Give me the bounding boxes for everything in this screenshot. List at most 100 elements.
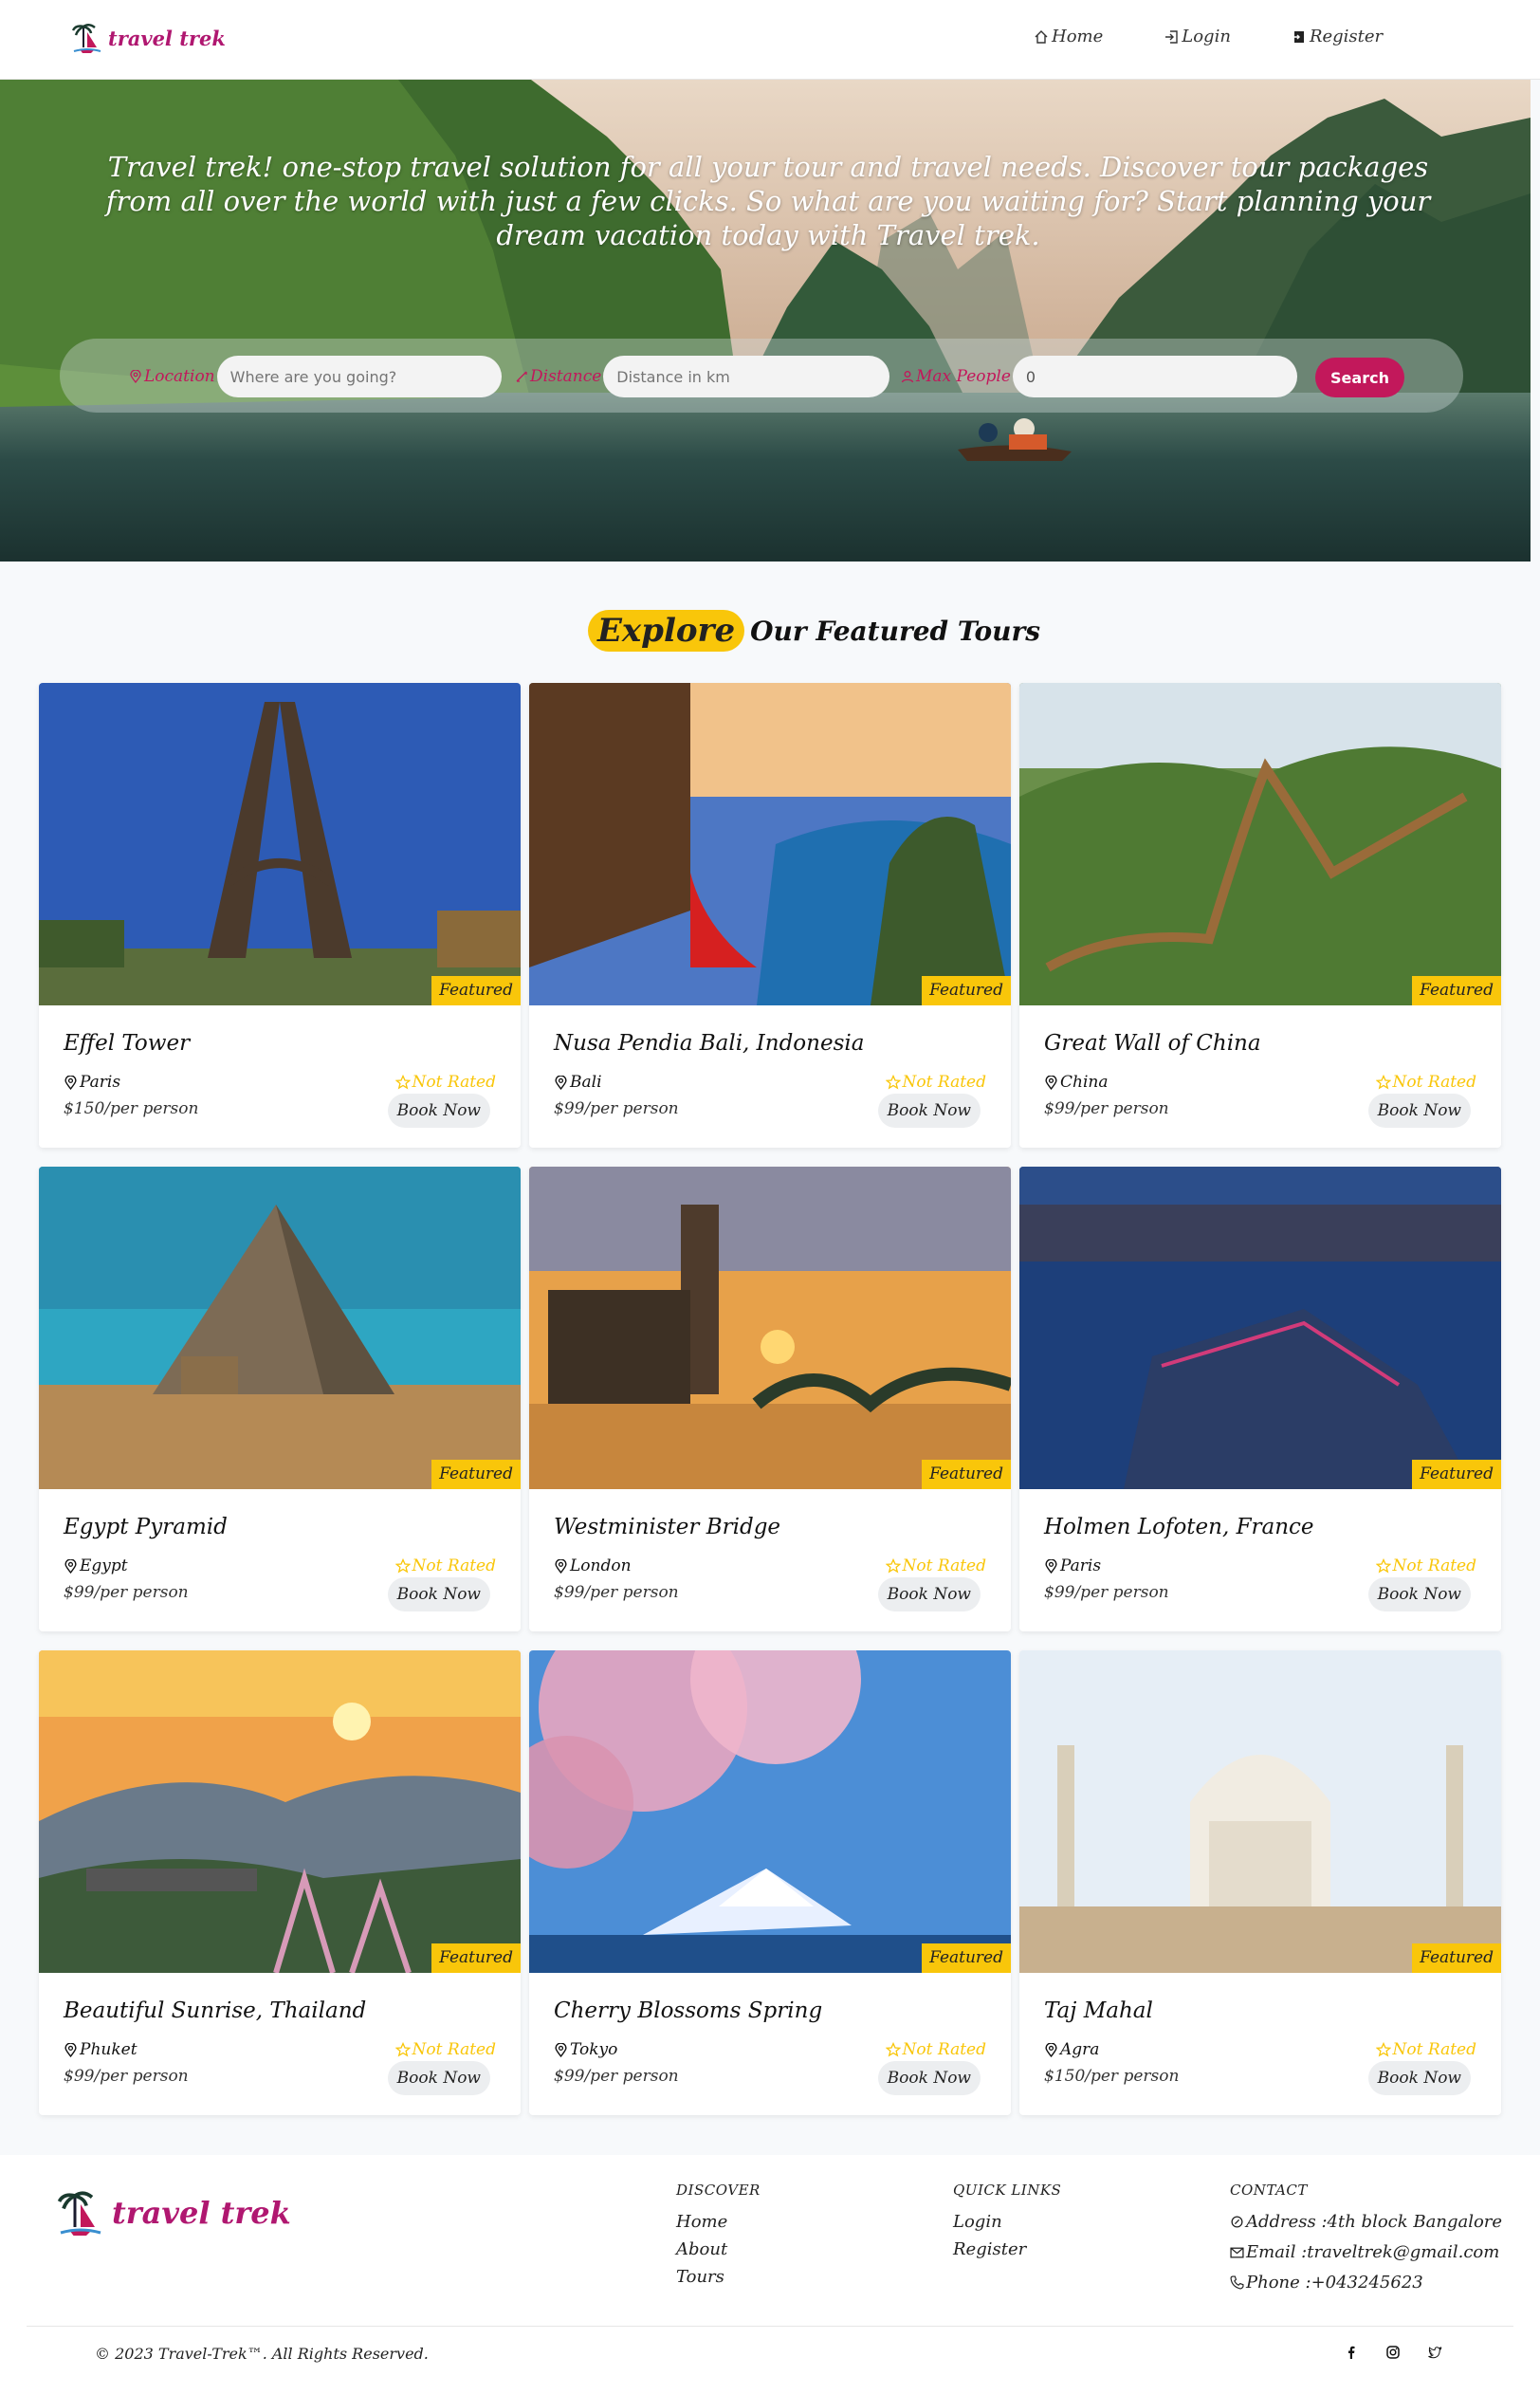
tour-price-unit: /per person <box>1085 2067 1180 2086</box>
copyright: © 2023 Travel-Trek™. All Rights Reserved… <box>95 2345 429 2363</box>
star-icon <box>1375 1558 1391 1574</box>
tour-price: $150/per person <box>1044 2067 1179 2086</box>
book-now-button[interactable]: Book Now <box>877 1094 981 1128</box>
search-button[interactable]: Search <box>1315 358 1404 397</box>
tour-card[interactable]: Featured Taj Mahal Agra Not Rated $150/p… <box>1019 1650 1501 2115</box>
facebook-link[interactable] <box>1344 2345 1359 2360</box>
tour-rating-text: Not Rated <box>1392 1073 1476 1092</box>
tour-price-unit: /per person <box>1074 1583 1169 1602</box>
tour-price: $99/per person <box>64 1583 189 1602</box>
tour-card[interactable]: Featured Effel Tower Paris Not Rated $15… <box>39 683 521 1148</box>
footer-link-home[interactable]: Home <box>676 2212 761 2232</box>
tour-image[interactable]: Featured <box>39 1650 521 1973</box>
max-people-label-text: Max People <box>916 367 1011 386</box>
book-now-button[interactable]: Book Now <box>387 2061 490 2095</box>
tour-card[interactable]: Featured Cherry Blossoms Spring Tokyo No… <box>529 1650 1011 2115</box>
tour-location: Phuket <box>64 2040 138 2059</box>
featured-badge: Featured <box>1412 1943 1501 1973</box>
register-icon <box>1292 30 1304 43</box>
book-now-button[interactable]: Book Now <box>1367 1577 1471 1611</box>
footer-link-login[interactable]: Login <box>953 2212 1061 2232</box>
footer-divider <box>27 2326 1513 2327</box>
tour-card[interactable]: Featured Westminister Bridge London Not … <box>529 1167 1011 1631</box>
twitter-link[interactable] <box>1427 2345 1442 2360</box>
tour-location: China <box>1044 1073 1108 1092</box>
tour-price-unit: /per person <box>584 1583 679 1602</box>
discover-heading: DISCOVER <box>676 2182 761 2199</box>
map-pin-icon <box>1045 1558 1057 1574</box>
nav-login-link[interactable]: Login <box>1164 27 1231 46</box>
tour-image[interactable]: Featured <box>39 1167 521 1489</box>
user-icon <box>901 371 914 383</box>
tour-image[interactable]: Featured <box>1019 1167 1501 1489</box>
tour-price: $99/per person <box>554 1583 679 1602</box>
star-icon <box>394 2042 411 2057</box>
footer-link-about[interactable]: About <box>676 2239 761 2259</box>
brand-logo[interactable]: travel trek <box>70 21 226 55</box>
search-bar: Location Distance Max People Search <box>60 339 1463 413</box>
location-icon <box>1231 2216 1243 2228</box>
nav-login-label: Login <box>1182 27 1231 46</box>
book-now-button[interactable]: Book Now <box>1367 1094 1471 1128</box>
tour-price-value: $99 <box>554 1583 585 1602</box>
contact-email-text: Email :traveltrek@gmail.com <box>1246 2242 1500 2262</box>
book-now-button[interactable]: Book Now <box>877 2061 981 2095</box>
tour-image[interactable]: Featured <box>529 683 1011 1005</box>
footer-brand-logo[interactable]: travel trek <box>55 2187 291 2238</box>
tour-location: Tokyo <box>554 2040 617 2059</box>
tour-price-value: $150 <box>1044 2067 1086 2086</box>
nav-register-link[interactable]: Register <box>1292 27 1383 46</box>
tour-card[interactable]: Featured Egypt Pyramid Egypt Not Rated $… <box>39 1167 521 1631</box>
location-label: Location <box>129 367 215 386</box>
section-title-text: Our Featured Tours <box>750 615 1041 647</box>
star-icon <box>885 1558 901 1574</box>
tour-price-value: $99 <box>1044 1099 1075 1118</box>
tour-price-value: $99 <box>554 1099 585 1118</box>
book-now-button[interactable]: Book Now <box>877 1577 981 1611</box>
tour-image[interactable]: Featured <box>1019 683 1501 1005</box>
footer-link-register[interactable]: Register <box>953 2239 1061 2259</box>
book-now-button[interactable]: Book Now <box>387 1577 490 1611</box>
route-icon <box>516 371 527 382</box>
tour-rating: Not Rated <box>1375 1556 1476 1575</box>
tour-card[interactable]: Featured Nusa Pendia Bali, Indonesia Bal… <box>529 683 1011 1148</box>
tour-card[interactable]: Featured Beautiful Sunrise, Thailand Phu… <box>39 1650 521 2115</box>
featured-badge: Featured <box>431 976 521 1005</box>
nav-home-link[interactable]: Home <box>1034 27 1103 46</box>
map-pin-icon <box>555 2042 567 2057</box>
tour-price-unit: /per person <box>1074 1099 1169 1118</box>
tour-photo <box>39 1167 521 1489</box>
tour-card[interactable]: Featured Holmen Lofoten, France Paris No… <box>1019 1167 1501 1631</box>
book-now-button[interactable]: Book Now <box>1367 2061 1471 2095</box>
footer-discover: DISCOVER Home About Tours <box>676 2182 761 2294</box>
distance-input[interactable] <box>603 356 890 397</box>
map-pin-icon <box>1045 2042 1057 2057</box>
tour-image[interactable]: Featured <box>1019 1650 1501 1973</box>
tour-rating-text: Not Rated <box>412 1556 496 1575</box>
nav-home-label: Home <box>1052 27 1104 46</box>
tour-location: Paris <box>64 1073 120 1092</box>
instagram-link[interactable] <box>1385 2345 1401 2360</box>
featured-badge: Featured <box>922 1943 1011 1973</box>
tour-rating: Not Rated <box>885 1073 986 1092</box>
tour-rating-text: Not Rated <box>1392 2040 1476 2059</box>
contact-phone: Phone :+043245623 <box>1230 2273 1502 2293</box>
footer-brand-name: travel trek <box>112 2195 291 2231</box>
location-input[interactable] <box>216 356 502 397</box>
tour-card[interactable]: Featured Great Wall of China China Not R… <box>1019 683 1501 1148</box>
book-now-button[interactable]: Book Now <box>387 1094 490 1128</box>
tour-title: Holmen Lofoten, France <box>1044 1515 1314 1539</box>
star-icon <box>1375 1075 1391 1090</box>
map-pin-icon <box>555 1558 567 1574</box>
tour-title: Great Wall of China <box>1044 1031 1261 1056</box>
tour-price: $99/per person <box>554 1099 679 1118</box>
tour-image[interactable]: Featured <box>529 1650 1011 1973</box>
facebook-icon <box>1348 2346 1355 2359</box>
tour-image[interactable]: Featured <box>529 1167 1011 1489</box>
nav-register-label: Register <box>1309 27 1384 46</box>
tour-city: Tokyo <box>570 2040 618 2059</box>
max-people-input[interactable] <box>1012 356 1297 397</box>
tour-image[interactable]: Featured <box>39 683 521 1005</box>
tour-photo <box>39 683 521 1005</box>
footer-link-tours[interactable]: Tours <box>676 2267 761 2287</box>
